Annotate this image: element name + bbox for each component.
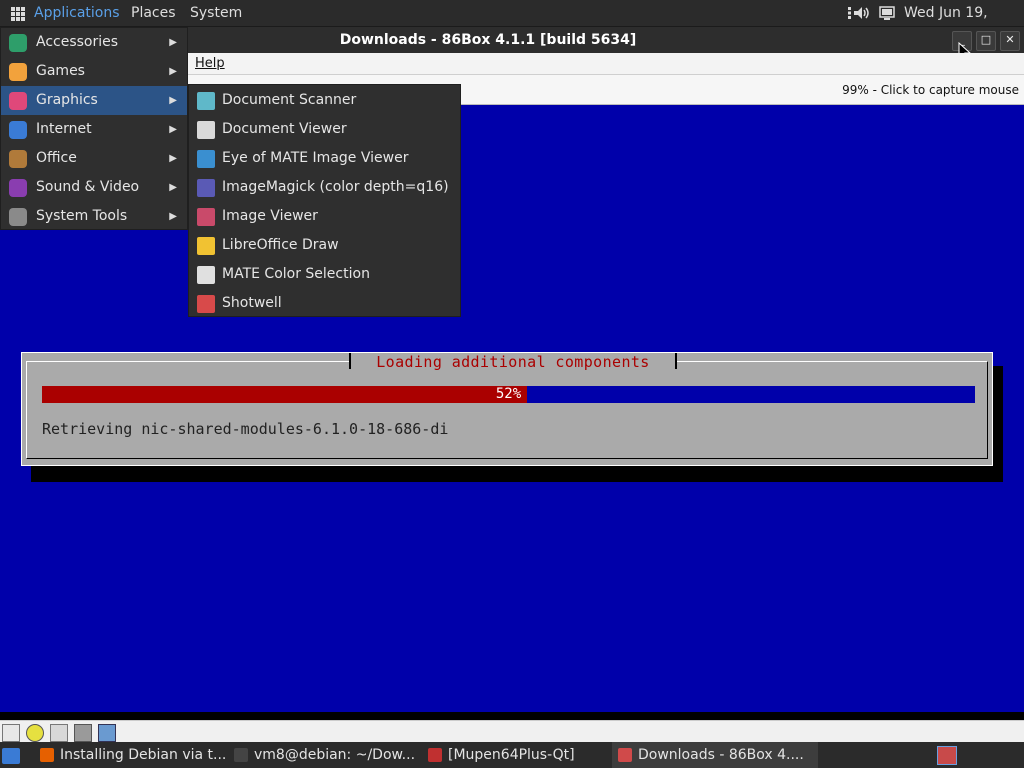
volume-icon[interactable]: [853, 6, 871, 20]
games-icon: [9, 63, 27, 81]
graphics-icon: [9, 92, 27, 110]
scanner-icon: [197, 92, 215, 110]
chevron-right-icon: ▶: [169, 66, 177, 77]
drag-handle[interactable]: [27, 749, 31, 763]
chevron-right-icon: ▶: [169, 182, 177, 193]
taskbar-task-label: vm8@debian: ~/Dow...: [254, 747, 416, 763]
taskbar-task[interactable]: Downloads - 86Box 4....: [612, 742, 818, 768]
apps-menu-item-label: Sound & Video: [36, 179, 140, 195]
emulator-status-toolbar: [0, 720, 1024, 742]
graphics-menu-item[interactable]: Shotwell: [189, 289, 460, 318]
86box-icon: [618, 748, 632, 762]
graphics-menu-item-label: Eye of MATE Image Viewer: [222, 150, 409, 166]
apps-menu-item-label: Graphics: [36, 92, 98, 108]
shotwell-icon: [197, 295, 215, 313]
graphics-menu-item[interactable]: MATE Color Selection: [189, 260, 460, 289]
menu-system[interactable]: System: [190, 0, 242, 27]
dialog-frame: Loading additional components 52% Retrie…: [26, 353, 988, 459]
taskbar-task-label: Installing Debian via t...: [60, 747, 226, 763]
graphics-menu-item[interactable]: Eye of MATE Image Viewer: [189, 144, 460, 173]
progress-message: Retrieving nic-shared-modules-6.1.0-18-6…: [42, 420, 449, 438]
hdd-icon[interactable]: [50, 724, 68, 742]
menu-places[interactable]: Places: [131, 0, 176, 27]
taskbar-task[interactable]: [Mupen64Plus-Qt]: [422, 742, 614, 768]
sound-video-icon: [9, 179, 27, 197]
taskbar-task[interactable]: Installing Debian via t...: [34, 742, 226, 768]
graphics-submenu: Document Scanner Document Viewer Eye of MA…: [188, 84, 461, 317]
chevron-right-icon: ▶: [169, 211, 177, 222]
graphics-menu-item-label: Image Viewer: [222, 208, 318, 224]
graphics-menu-item-label: Document Scanner: [222, 92, 357, 108]
emulator-bottom-strip: [0, 712, 1024, 720]
progress-label: 52%: [495, 386, 522, 402]
window-title: Downloads - 86Box 4.1.1 [build 5634]: [339, 32, 637, 48]
graphics-menu-item-label: LibreOffice Draw: [222, 237, 339, 253]
chevron-right-icon: ▶: [169, 95, 177, 106]
terminal-icon: [234, 748, 248, 762]
graphics-menu-item[interactable]: Document Scanner: [189, 86, 460, 115]
taskbar-task[interactable]: vm8@debian: ~/Dow...: [228, 742, 420, 768]
apps-menu-item[interactable]: System Tools ▶: [1, 202, 187, 231]
chevron-right-icon: ▶: [169, 124, 177, 135]
graphics-menu-item-label: MATE Color Selection: [222, 266, 370, 282]
apps-menu-item[interactable]: Graphics ▶: [1, 86, 187, 115]
apps-menu-item[interactable]: Accessories ▶: [1, 28, 187, 57]
graphics-menu-item-label: Shotwell: [222, 295, 282, 311]
firefox-icon: [40, 748, 54, 762]
taskbar-task-label: Downloads - 86Box 4....: [638, 747, 804, 763]
graphics-menu-item[interactable]: Image Viewer: [189, 202, 460, 231]
imagemagick-icon: [197, 179, 215, 197]
maximize-button[interactable]: □: [976, 31, 996, 51]
close-button[interactable]: ✕: [1000, 31, 1020, 51]
apps-menu-item[interactable]: Office ▶: [1, 144, 187, 173]
apps-menu-item-label: Office: [36, 150, 77, 166]
mupen-icon: [428, 748, 442, 762]
system-tools-icon: [9, 208, 27, 226]
menu-help[interactable]: Help: [195, 53, 225, 74]
86box-tray-icon[interactable]: [937, 746, 957, 765]
taskbar-task-label: [Mupen64Plus-Qt]: [448, 747, 575, 763]
sound-card-icon[interactable]: [98, 724, 116, 742]
internet-icon: [9, 121, 27, 139]
apps-menu-item[interactable]: Games ▶: [1, 57, 187, 86]
applications-menu: Accessories ▶ Games ▶ Graphics ▶ Internet ▶ Offi…: [0, 27, 188, 230]
graphics-menu-item-label: Document Viewer: [222, 121, 347, 137]
capture-status[interactable]: 99% - Click to capture mouse: [842, 75, 1019, 105]
taskbar: Installing Debian via t... vm8@debian: ~/…: [0, 742, 1024, 768]
office-icon: [9, 150, 27, 168]
apps-grid-icon[interactable]: [11, 7, 25, 21]
cdrom-icon[interactable]: [26, 724, 44, 742]
window-menubar: Help: [188, 53, 1024, 75]
apps-menu-item-label: Games: [36, 63, 85, 79]
apps-menu-item-label: Internet: [36, 121, 92, 137]
document-viewer-icon: [197, 121, 215, 139]
network-card-icon[interactable]: [74, 724, 92, 742]
window-titlebar[interactable]: Downloads - 86Box 4.1.1 [build 5634] _ □…: [188, 27, 1024, 53]
progress-bar: 52%: [42, 386, 975, 403]
accessories-icon: [9, 34, 27, 52]
graphics-menu-item[interactable]: Document Viewer: [189, 115, 460, 144]
top-panel: Applications Places System Wed Jun 19, 1…: [0, 0, 1024, 48]
network-icon[interactable]: [879, 6, 895, 20]
graphics-menu-item[interactable]: LibreOffice Draw: [189, 231, 460, 260]
menu-applications[interactable]: Applications: [34, 0, 120, 27]
floppy-icon[interactable]: [2, 724, 20, 742]
chevron-right-icon: ▶: [169, 153, 177, 164]
libreoffice-draw-icon: [197, 237, 215, 255]
color-selection-icon: [197, 266, 215, 284]
apps-menu-item[interactable]: Internet ▶: [1, 115, 187, 144]
chevron-right-icon: ▶: [169, 37, 177, 48]
dialog-title: Loading additional components: [349, 353, 677, 370]
graphics-menu-item-label: ImageMagick (color depth=q16): [222, 179, 449, 195]
image-viewer-icon: [197, 208, 215, 226]
apps-menu-item-label: Accessories: [36, 34, 119, 50]
apps-menu-item-label: System Tools: [36, 208, 128, 224]
graphics-menu-item[interactable]: ImageMagick (color depth=q16): [189, 173, 460, 202]
eom-icon: [197, 150, 215, 168]
show-desktop-icon[interactable]: [2, 748, 20, 764]
apps-menu-item[interactable]: Sound & Video ▶: [1, 173, 187, 202]
installer-dialog: Loading additional components 52% Retrie…: [21, 352, 993, 466]
clock[interactable]: Wed Jun 19, 17:26: [904, 0, 1024, 48]
